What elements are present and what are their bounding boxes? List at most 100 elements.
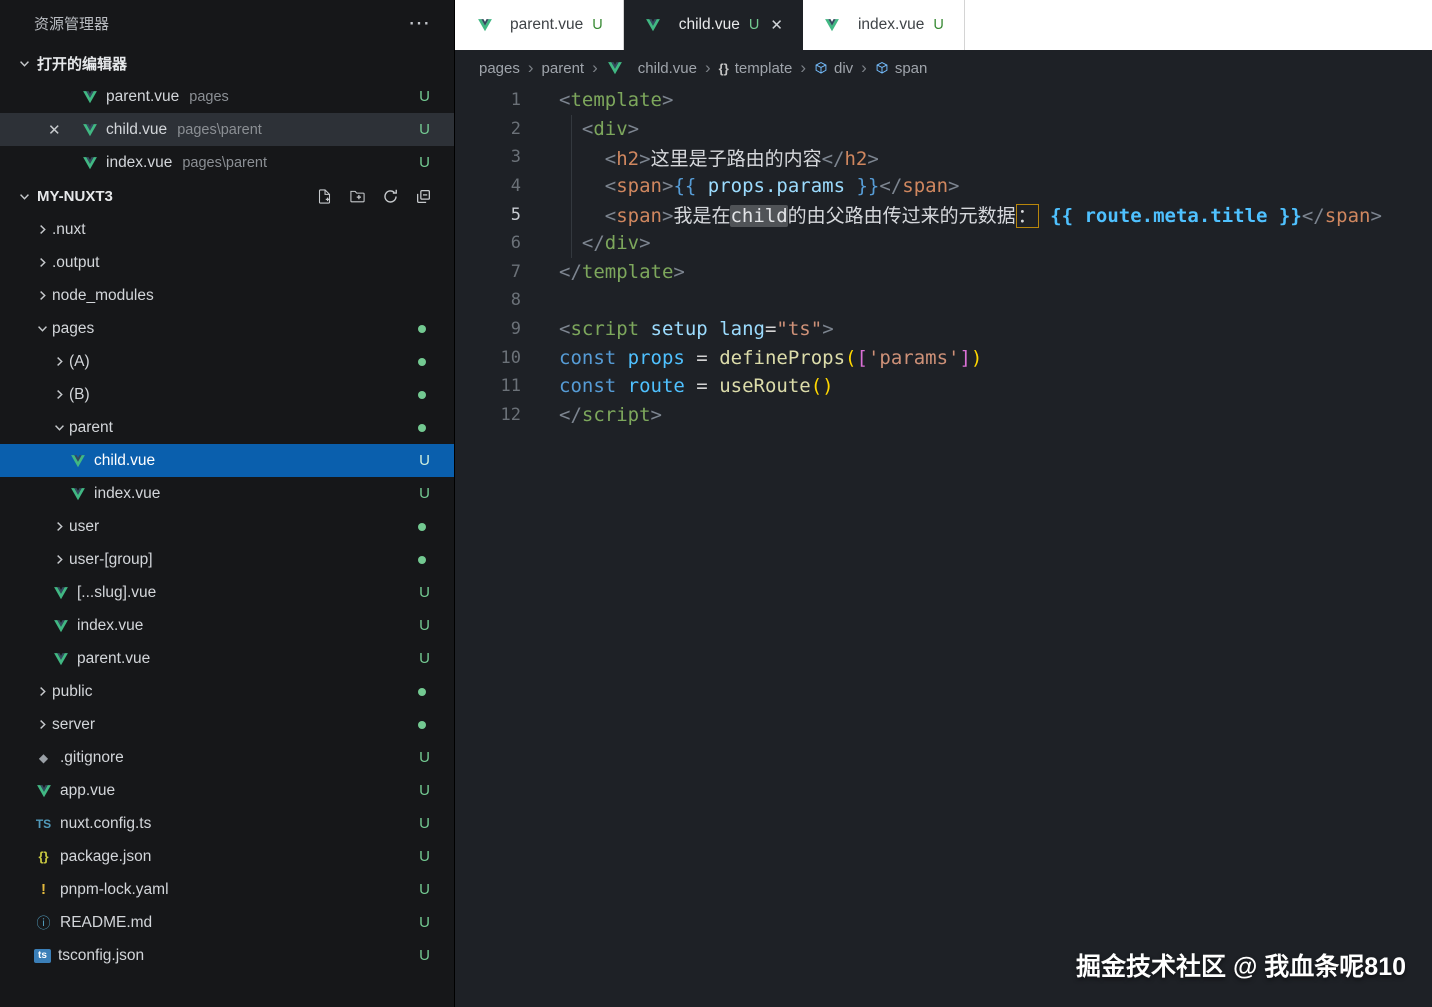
chevron-right-icon	[34, 255, 50, 271]
open-editor-item-parent.vue[interactable]: parent.vue pages U	[0, 80, 454, 113]
breadcrumb-item-child.vue[interactable]: child.vue	[606, 60, 697, 77]
code-text: <span>我是在child的由父路由传过来的元数据： {{ route.met…	[521, 201, 1382, 229]
code-token: {{ route.meta.title }}	[1050, 205, 1302, 228]
breadcrumb-item-span[interactable]: span	[875, 59, 928, 77]
git-status-badge: U	[419, 452, 430, 469]
tree-file-.gitignore[interactable]: ◆ .gitignore U	[0, 741, 454, 774]
code-line[interactable]: 5 <span>我是在child的由父路由传过来的元数据： {{ route.m…	[455, 200, 1432, 229]
project-label: MY-NUXT3	[37, 187, 113, 205]
open-editor-filename: parent.vue	[106, 87, 180, 105]
breadcrumb-item-pages[interactable]: pages	[479, 60, 520, 77]
modified-dot	[418, 522, 426, 531]
breadcrumb-item-div[interactable]: div	[814, 60, 853, 77]
new-folder-icon[interactable]	[348, 187, 366, 205]
tree-folder-user[interactable]: user	[0, 510, 454, 543]
code-line[interactable]: 10 const props = defineProps(['params'])	[455, 343, 1432, 372]
tree-folder-user-[group][interactable]: user-[group]	[0, 543, 454, 576]
project-actions	[315, 187, 454, 205]
modified-dot	[418, 687, 426, 696]
code-text: </template>	[521, 261, 685, 283]
code-line[interactable]: 7 </template>	[455, 258, 1432, 287]
new-file-icon[interactable]	[315, 187, 333, 205]
code-line[interactable]: 8	[455, 286, 1432, 315]
code-line[interactable]: 2 <div>	[455, 115, 1432, 144]
code-token: <	[559, 89, 571, 112]
code-token: >	[661, 89, 674, 112]
code-line[interactable]: 3 <h2>这里是子路由的内容</h2>	[455, 143, 1432, 172]
close-icon[interactable]: ✕	[48, 121, 61, 139]
code-line[interactable]: 11 const route = useRoute()	[455, 372, 1432, 401]
tab-child.vue[interactable]: child.vue U ✕	[623, 0, 803, 50]
tree-file-index.vue[interactable]: index.vue U	[0, 477, 454, 510]
tree-folder-parent[interactable]: parent	[0, 411, 454, 444]
tree-folder-pages[interactable]: pages	[0, 312, 454, 345]
code-line[interactable]: 4 <span>{{ props.params }}</span>	[455, 172, 1432, 201]
open-editor-item-child.vue[interactable]: ✕ child.vue pages\parent U	[0, 113, 454, 146]
tree-item-label: README.md	[60, 913, 153, 931]
code-text: <span>{{ props.params }}</span>	[521, 175, 960, 198]
tree-folder-.nuxt[interactable]: .nuxt	[0, 213, 454, 246]
chevron-right-icon	[34, 222, 50, 238]
vue-icon	[644, 17, 663, 33]
vue-icon	[823, 17, 842, 33]
tree-folder-.output[interactable]: .output	[0, 246, 454, 279]
code-token: >	[1370, 205, 1382, 228]
code-token: template	[570, 89, 662, 112]
tab-index.vue[interactable]: index.vue U	[802, 0, 965, 50]
code-area[interactable]: 1 <template> 2 <div> 3 <h2>这里是子路由的内容</h2> 4 …	[455, 86, 1432, 429]
tree-folder-(B)[interactable]: (B)	[0, 378, 454, 411]
code-token: child	[730, 205, 788, 228]
code-token: </	[559, 403, 582, 426]
code-token: props	[627, 346, 685, 369]
code-token: {{	[673, 175, 697, 198]
line-number: 5	[510, 204, 521, 225]
tree-file-package.json[interactable]: {} package.json U	[0, 840, 454, 873]
gitignore-icon: ◆	[38, 750, 49, 765]
code-token: </	[559, 260, 582, 283]
breadcrumb-item-parent[interactable]: parent	[542, 60, 585, 77]
code-line[interactable]: 1 <template>	[455, 86, 1432, 115]
tab-bar: parent.vue Uchild.vue U ✕ index.vue U	[455, 0, 1432, 50]
tree-file-parent.vue[interactable]: parent.vue U	[0, 642, 454, 675]
tree-folder-(A)[interactable]: (A)	[0, 345, 454, 378]
open-editor-filename: child.vue	[106, 120, 168, 138]
code-line[interactable]: 6 </div>	[455, 229, 1432, 258]
close-icon[interactable]: ✕	[770, 16, 783, 34]
tree-folder-server[interactable]: server	[0, 708, 454, 741]
project-header[interactable]: MY-NUXT3	[0, 179, 454, 213]
code-token: (	[845, 346, 857, 369]
tree-folder-public[interactable]: public	[0, 675, 454, 708]
breadcrumb-item-template[interactable]: {} template	[719, 60, 793, 77]
collapse-all-icon[interactable]	[414, 187, 432, 205]
breadcrumb-label: template	[734, 59, 793, 77]
line-number: 7	[510, 261, 521, 282]
tree-file-README.md[interactable]: ⓘ README.md U	[0, 906, 454, 939]
tree-file-[...slug].vue[interactable]: [...slug].vue U	[0, 576, 454, 609]
code-token: <	[581, 117, 594, 140]
tree-file-pnpm-lock.yaml[interactable]: ! pnpm-lock.yaml U	[0, 873, 454, 906]
code-line[interactable]: 9 <script setup lang="ts">	[455, 315, 1432, 344]
symbol-field-icon	[814, 61, 828, 75]
chevron-right-icon	[51, 519, 67, 535]
open-editor-item-index.vue[interactable]: index.vue pages\parent U	[0, 146, 454, 179]
open-editors-header[interactable]: 打开的编辑器	[0, 46, 454, 80]
code-token: >	[639, 147, 651, 170]
watermark: 掘金技术社区 @ 我血条呢810	[1076, 953, 1406, 981]
tree-file-tsconfig.json[interactable]: ts tsconfig.json U	[0, 939, 454, 972]
refresh-icon[interactable]	[381, 187, 399, 205]
code-line[interactable]: 12 </script>	[455, 401, 1432, 430]
tree-file-nuxt.config.ts[interactable]: TS nuxt.config.ts U	[0, 807, 454, 840]
tab-parent.vue[interactable]: parent.vue U	[455, 0, 624, 50]
tree-file-index.vue[interactable]: index.vue U	[0, 609, 454, 642]
tab-label: parent.vue	[510, 16, 584, 33]
tree-item-label: app.vue	[60, 781, 116, 799]
git-status-badge: U	[419, 782, 430, 799]
more-actions-icon[interactable]: ⋯	[408, 10, 430, 36]
chevron-down-icon	[51, 420, 67, 436]
tree-file-child.vue[interactable]: child.vue U	[0, 444, 454, 477]
tree-folder-node_modules[interactable]: node_modules	[0, 279, 454, 312]
tree-file-app.vue[interactable]: app.vue U	[0, 774, 454, 807]
breadcrumb-label: span	[894, 59, 928, 77]
